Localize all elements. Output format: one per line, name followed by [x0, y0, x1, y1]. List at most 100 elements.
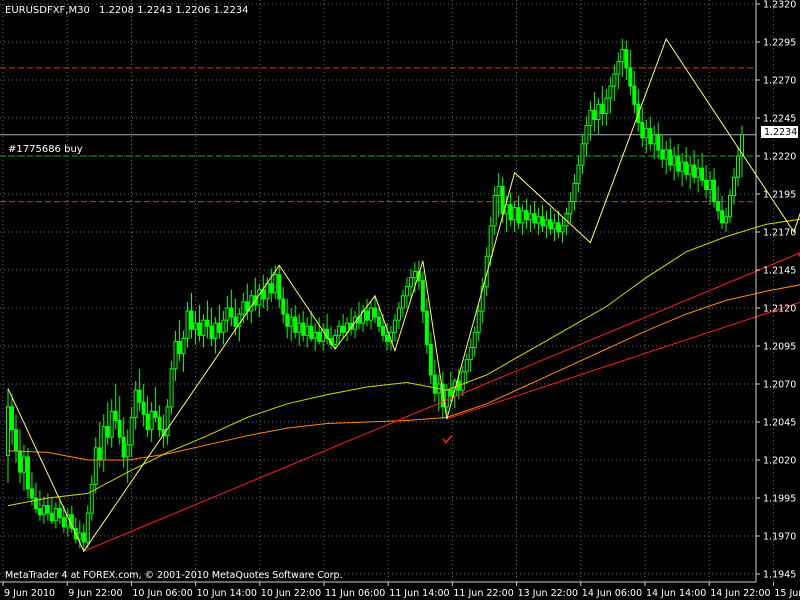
candle-body	[225, 307, 230, 321]
candle-body	[608, 85, 613, 99]
candle-body	[165, 406, 170, 437]
candle-body	[380, 325, 385, 336]
candle-body	[512, 207, 517, 221]
candle-body	[700, 167, 705, 181]
candle-body	[476, 310, 481, 333]
candle-body	[552, 222, 557, 230]
x-tick-label: 9 Jun 2010	[4, 588, 55, 599]
order-tag[interactable]: #1775686 buy	[8, 144, 83, 155]
candle-body	[656, 134, 661, 151]
candle-body	[404, 286, 409, 297]
candle-body	[121, 436, 126, 458]
x-tick-label: 11 Jun 06:00	[325, 588, 385, 599]
candle-body	[736, 155, 741, 178]
candle-body	[221, 319, 226, 333]
x-tick-label: 9 Jun 22:00	[68, 588, 122, 599]
candle-body	[265, 283, 270, 300]
candle-body	[408, 277, 413, 288]
y-tick-label: 1.2095	[763, 342, 796, 353]
candle-body	[584, 125, 589, 145]
candle-body	[101, 426, 106, 461]
candle-body	[728, 195, 733, 218]
x-tick-label: 11 Jun 22:00	[453, 588, 513, 599]
candle-body	[732, 176, 737, 197]
candle-body	[496, 185, 501, 197]
x-tick-label: 10 Jun 22:00	[261, 588, 321, 599]
y-tick-label: 1.2070	[763, 380, 796, 391]
price-chart[interactable]: 1.2320 1.2295 1.2270 1.2245 1.2220 1.2195 1.21…	[0, 0, 800, 600]
candle-body	[205, 319, 210, 327]
candle-body	[105, 426, 110, 438]
candle-body	[125, 444, 130, 458]
candle-body	[500, 185, 505, 215]
candle-body	[400, 295, 405, 309]
y-tick-label: 1.1945	[763, 570, 796, 581]
candle-body	[301, 322, 306, 336]
x-tick-label: 15 Jun 06:00	[774, 588, 800, 599]
candle-body	[281, 298, 286, 315]
candle-body	[568, 201, 573, 215]
candle-body	[392, 319, 397, 333]
current-price-label: 1.2234	[764, 127, 797, 138]
candle-body	[644, 128, 649, 139]
candle-body	[628, 67, 633, 87]
candle-body	[189, 310, 194, 330]
candle-body	[396, 307, 401, 321]
candle-body	[616, 61, 621, 75]
candle-body	[492, 195, 497, 227]
candle-body	[173, 340, 178, 370]
candle-body	[432, 374, 437, 394]
candle-body	[333, 334, 338, 345]
candle-body	[9, 406, 14, 431]
candle-body	[181, 337, 186, 355]
candle-body	[468, 347, 473, 361]
candle-body	[61, 517, 66, 528]
candle-body	[309, 325, 314, 339]
candle-body	[716, 201, 721, 212]
candle-body	[472, 331, 477, 349]
y-tick-label: 1.2045	[763, 418, 796, 429]
candle-body	[528, 213, 533, 221]
candle-body	[85, 512, 90, 543]
x-tick-label: 13 Jun 22:00	[518, 588, 578, 599]
candle-body	[648, 128, 653, 145]
candle-body	[696, 167, 701, 178]
candle-body	[177, 340, 182, 355]
candle-body	[680, 161, 685, 172]
y-tick-label: 1.2220	[763, 152, 796, 163]
y-tick-label: 1.2145	[763, 266, 796, 277]
candle-body	[145, 413, 150, 431]
x-tick-label: 11 Jun 14:00	[389, 588, 449, 599]
candle-body	[516, 207, 521, 224]
y-tick-label: 1.2270	[763, 76, 796, 87]
candle-body	[297, 322, 302, 333]
candle-body	[129, 416, 134, 446]
candle-body	[193, 322, 198, 330]
candle-body	[17, 450, 22, 473]
candle-body	[460, 371, 465, 391]
candle-body	[712, 179, 717, 203]
candle-body	[620, 49, 625, 63]
candle-body	[373, 307, 377, 318]
candle-body	[81, 532, 86, 543]
x-tick-label: 14 Jun 22:00	[710, 588, 770, 599]
candle-body	[285, 313, 290, 327]
chart-header: EURUSDFXF,M30 1.2208 1.2243 1.2206 1.223…	[5, 5, 249, 16]
candle-body	[45, 505, 50, 514]
candle-body	[153, 410, 158, 418]
candle-body	[444, 389, 449, 408]
candle-body	[548, 219, 553, 230]
candle-body	[544, 219, 549, 227]
candle-body	[137, 389, 142, 403]
candle-body	[201, 319, 206, 336]
candle-body	[640, 122, 645, 139]
candle-body	[488, 225, 493, 257]
candle-body	[676, 155, 681, 172]
candle-body	[341, 325, 346, 333]
candle-body	[213, 322, 218, 339]
candle-body	[249, 295, 254, 312]
candle-body	[660, 149, 665, 160]
candle-body	[652, 134, 657, 145]
candle-body	[273, 274, 278, 294]
candle-body	[576, 164, 581, 184]
